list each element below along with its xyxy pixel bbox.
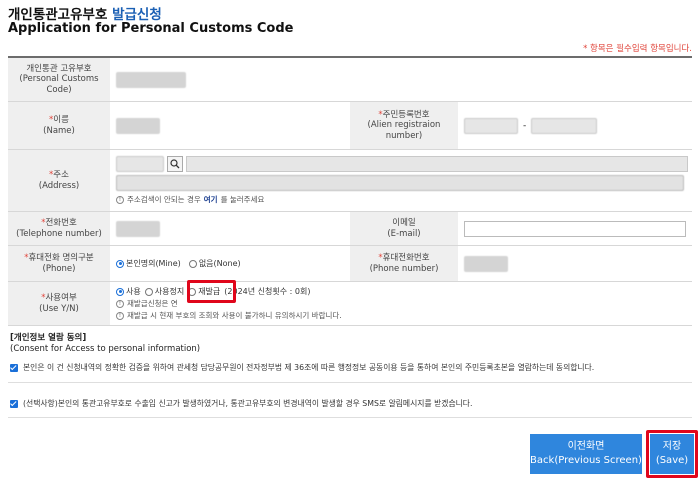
address-search-button[interactable]: [167, 156, 183, 172]
label-address-ko: 주소: [53, 169, 69, 180]
label-phone: *휴대전화번호 (Phone number): [350, 246, 458, 281]
alien-separator: -: [523, 120, 527, 131]
address-line2-field[interactable]: [116, 175, 684, 191]
cell-phone-owner: 본인명의(Mine) 없음(None): [110, 246, 350, 281]
label-tel-ko: 전화번호: [45, 217, 77, 228]
label-phone-owner-ko: 휴대전화 명의구분: [28, 252, 94, 263]
label-pcc-ko: 개인통관 고유부호: [26, 63, 92, 74]
row-name: *이름 (Name) *주민등록번호 (Alien registraion nu…: [8, 102, 692, 150]
pcc-value-redacted: [116, 71, 186, 88]
consent-title: [개인정보 열람 동의] (Consent for Access to pers…: [10, 333, 200, 355]
phone-number-field[interactable]: [464, 255, 508, 272]
radio-phone-mine-label: 본인명의(Mine): [126, 259, 181, 268]
label-phone-owner: *휴대전화 명의구분 (Phone): [8, 246, 110, 281]
reissue-highlight-box: [187, 280, 236, 303]
address-hint-prefix: 주소검색이 안되는 경우: [127, 195, 201, 204]
row-pcc: 개인통관 고유부호 (Personal Customs Code): [8, 58, 692, 102]
label-use: *사용여부 (Use Y/N): [8, 282, 110, 325]
label-tel-en: (Telephone number): [16, 228, 102, 239]
cell-tel: [110, 212, 350, 245]
label-phone-ko: 휴대전화번호: [382, 252, 430, 263]
label-address: *주소 (Address): [8, 150, 110, 211]
radio-suspend[interactable]: 사용정지: [144, 286, 185, 297]
label-address-en: (Address): [38, 180, 80, 191]
reissue-count: (2024년 신청횟수 : 0회): [224, 287, 311, 296]
consent-title-ko: [개인정보 열람 동의]: [10, 333, 87, 343]
consent-title-en: (Consent for Access to personal informat…: [10, 344, 201, 355]
label-alien: *주민등록번호 (Alien registraion number): [350, 102, 458, 149]
alien-number-front[interactable]: [464, 117, 518, 134]
radio-phone-none[interactable]: 없음(None): [188, 258, 241, 269]
back-button-en: Back(Previous Screen): [530, 455, 642, 466]
save-highlight-box: [646, 430, 698, 478]
divider: [8, 417, 692, 418]
alien-number-back[interactable]: [531, 117, 598, 134]
label-name-en: (Name): [43, 125, 75, 136]
cell-email: [458, 212, 692, 245]
radio-dot-selected[interactable]: [116, 287, 124, 296]
radio-dot[interactable]: [188, 259, 197, 268]
application-form: 개인통관 고유부호 (Personal Customs Code) *이름 (N…: [8, 56, 692, 326]
telephone-field[interactable]: [116, 220, 160, 237]
required-note: * 항목은 필수입력 항목입니다.: [583, 44, 692, 54]
label-use-ko: 사용여부: [45, 292, 77, 303]
address-line1-field[interactable]: [186, 156, 688, 172]
page-subtitle: Application for Personal Customs Code: [8, 21, 294, 36]
info-icon: !: [116, 299, 124, 308]
row-phone: *휴대전화 명의구분 (Phone) 본인명의(Mine) 없음(None) *…: [8, 246, 692, 282]
row-use: *사용여부 (Use Y/N) 사용 사용정지 재발급 (2024년 신청횟수 …: [8, 282, 692, 326]
name-field[interactable]: [116, 117, 160, 134]
row-address: *주소 (Address) ! 주소검색이 안되는 경우 여기 를 눌러주세요: [8, 150, 692, 212]
label-tel: *전화번호 (Telephone number): [8, 212, 110, 245]
phone-owner-radio-group: 본인명의(Mine) 없음(None): [116, 258, 241, 269]
search-icon: [170, 159, 180, 169]
label-use-en: (Use Y/N): [39, 303, 79, 314]
consent-check-2-text: (선택사항)본인의 통관고유부호로 수출입 신고가 발생하였거나, 통관고유부호…: [23, 399, 473, 408]
cell-name: [110, 102, 350, 149]
radio-phone-none-label: 없음(None): [198, 259, 241, 268]
label-pcc: 개인통관 고유부호 (Personal Customs Code): [8, 58, 110, 101]
use-hint-2: ! 재발급 시 현재 부호의 조회와 사용이 불가하니 유의하시기 바랍니다.: [116, 310, 342, 321]
consent-check-1[interactable]: 본인은 이 건 신청내역의 정확한 검증을 위하여 관세청 담당공무원이 전자정…: [10, 362, 594, 373]
address-hint-suffix: 를 눌러주세요: [220, 195, 265, 204]
divider: [8, 382, 692, 383]
radio-dot[interactable]: [144, 287, 153, 296]
label-pcc-en: (Personal Customs Code): [19, 74, 99, 95]
address-hint: ! 주소검색이 안되는 경우 여기 를 눌러주세요: [116, 194, 264, 205]
radio-phone-mine[interactable]: 본인명의(Mine): [116, 258, 181, 269]
radio-use[interactable]: 사용: [116, 286, 141, 297]
info-icon: !: [116, 195, 124, 204]
back-button[interactable]: 이전화면 Back(Previous Screen): [530, 434, 642, 474]
use-hint-1-text: 재발급신청은 연: [127, 299, 178, 308]
consent-check-1-text: 본인은 이 건 신청내역의 정확한 검증을 위하여 관세청 담당공무원이 전자정…: [23, 363, 595, 372]
radio-use-label: 사용: [126, 287, 141, 296]
zipcode-field[interactable]: [116, 156, 164, 172]
use-hint-1: ! 재발급신청은 연: [116, 298, 178, 309]
label-alien-en: (Alien registraion number): [367, 120, 441, 141]
label-phone-owner-en: (Phone): [42, 263, 76, 274]
label-name-ko: 이름: [53, 114, 69, 125]
page-title: 개인통관고유부호 발급신청: [8, 3, 162, 23]
info-icon: !: [116, 311, 124, 320]
cell-alien: -: [458, 102, 692, 149]
cell-pcc: [110, 58, 692, 101]
label-phone-en: (Phone number): [369, 263, 439, 274]
label-email-en: (E-mail): [387, 228, 421, 239]
radio-suspend-label: 사용정지: [154, 287, 185, 296]
cell-phone: [458, 246, 692, 281]
address-hint-link[interactable]: 여기: [204, 194, 218, 205]
use-hint-2-text: 재발급 시 현재 부호의 조회와 사용이 불가하니 유의하시기 바랍니다.: [127, 311, 342, 320]
back-button-ko: 이전화면: [567, 441, 605, 452]
radio-dot-selected[interactable]: [116, 259, 124, 268]
checkbox-checked[interactable]: [10, 363, 18, 372]
row-telephone: *전화번호 (Telephone number) 이메일 (E-mail): [8, 212, 692, 246]
label-alien-ko: 주민등록번호: [382, 109, 430, 120]
label-email: 이메일 (E-mail): [350, 212, 458, 245]
consent-check-2[interactable]: (선택사항)본인의 통관고유부호로 수출입 신고가 발생하였거나, 통관고유부호…: [10, 398, 472, 409]
label-email-ko: 이메일: [392, 217, 416, 228]
cell-address: ! 주소검색이 안되는 경우 여기 를 눌러주세요: [110, 150, 692, 211]
checkbox-checked[interactable]: [10, 399, 18, 408]
label-name: *이름 (Name): [8, 102, 110, 149]
email-field[interactable]: [464, 220, 686, 237]
